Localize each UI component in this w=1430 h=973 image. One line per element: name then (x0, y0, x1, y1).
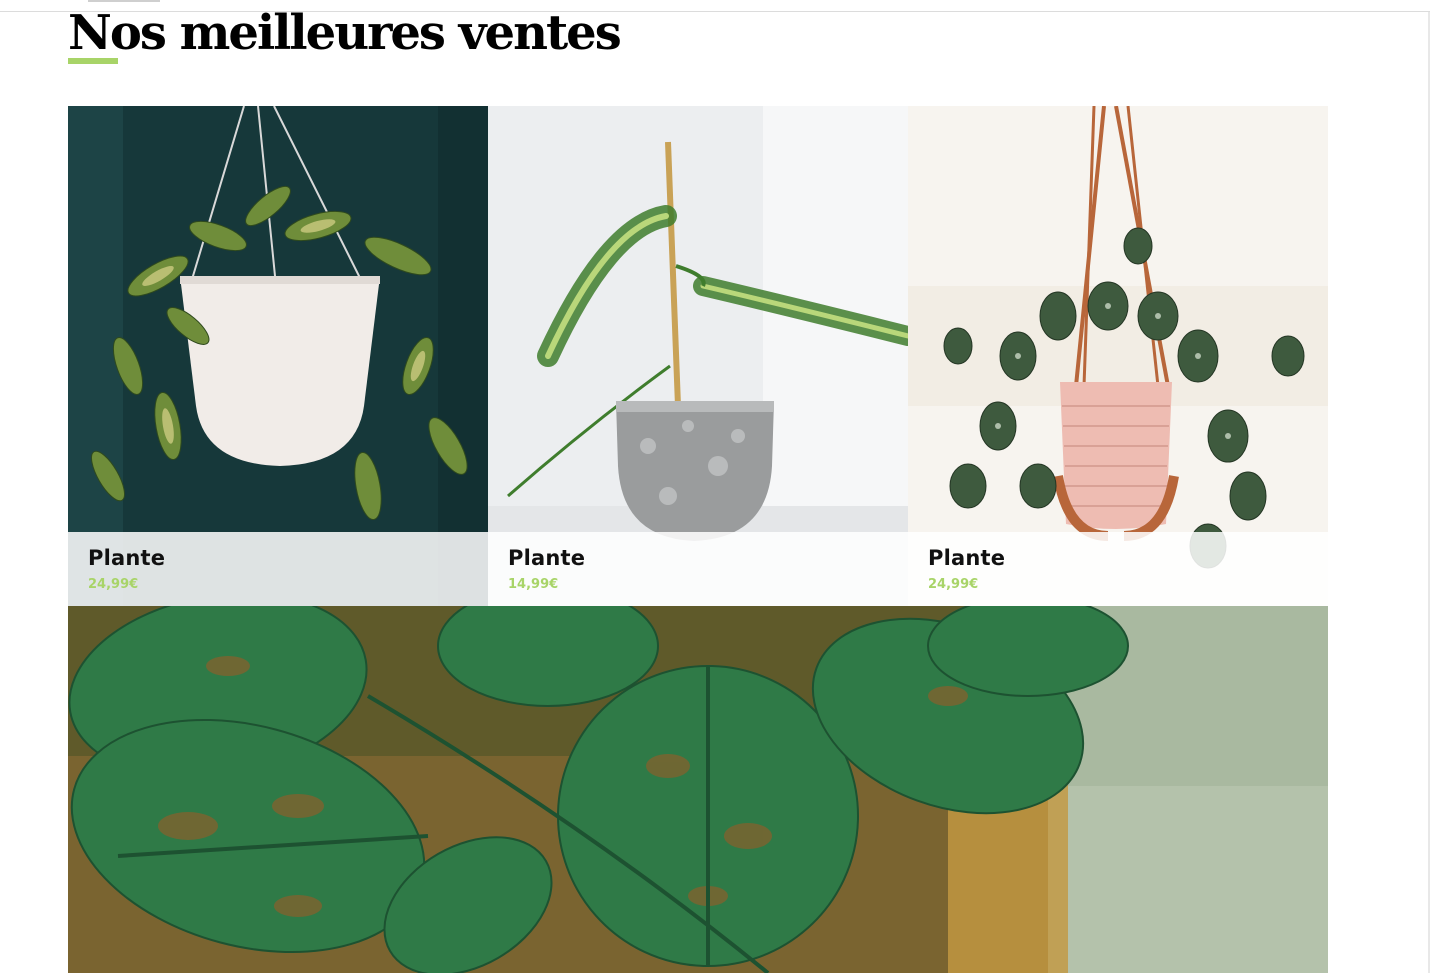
product-image-scindapsus[interactable] (908, 106, 1328, 606)
product-info: Plante 14,99€ (488, 532, 908, 606)
product-info: Plante 24,99€ (908, 532, 1328, 606)
product-name[interactable]: Plante (88, 546, 165, 570)
product-image-vanilla[interactable] (488, 106, 908, 606)
title-underline (68, 58, 118, 64)
product-card[interactable]: Plante 24,99€ (68, 106, 488, 606)
product-name[interactable]: Plante (928, 546, 1005, 570)
product-price: 14,99€ (508, 577, 559, 592)
product-card[interactable]: Plante 14,99€ (488, 106, 908, 606)
section-title: Nos meilleures ventes (68, 5, 622, 61)
bestsellers-grid: Plante 24,99€ Plante 14,99€ Plante 24,99… (68, 106, 1328, 606)
product-price: 24,99€ (88, 577, 139, 592)
product-name[interactable]: Plante (508, 546, 585, 570)
featured-banner-image (68, 606, 1328, 973)
product-image-hoya[interactable] (68, 106, 488, 606)
product-price: 24,99€ (928, 577, 979, 592)
product-card[interactable]: Plante 24,99€ (908, 106, 1328, 606)
product-info: Plante 24,99€ (68, 532, 488, 606)
header-divider-accent (88, 0, 160, 2)
